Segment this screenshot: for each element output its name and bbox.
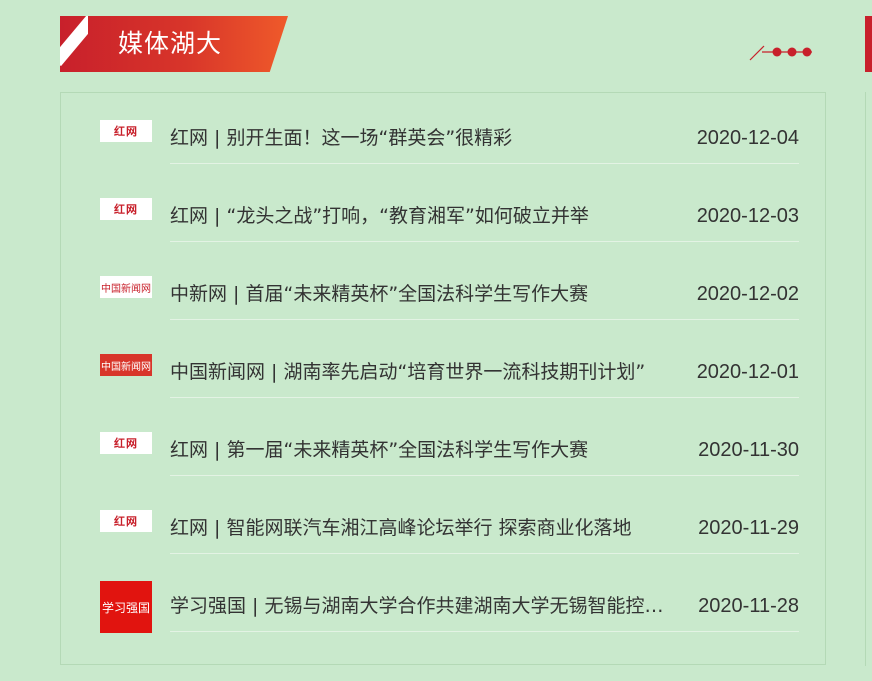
next-section-header-edge: [865, 16, 872, 72]
news-title-link[interactable]: 学习强国 | 无锡与湖南大学合作共建湖南大学无锡智能控制研究院: [170, 561, 670, 631]
source-logo: 学习强国: [100, 581, 152, 633]
news-title-link[interactable]: 中新网 | 首届“未来精英杯”全国法科学生写作大赛: [170, 249, 670, 319]
news-item[interactable]: 学习强国 学习强国 | 无锡与湖南大学合作共建湖南大学无锡智能控制研究院 2020-…: [61, 561, 825, 639]
source-logo: 中国新闻网: [100, 354, 152, 376]
section-header: 媒体湖大: [60, 16, 288, 72]
news-date: 2020-12-02: [696, 283, 799, 305]
header-stripe-decoration: [60, 16, 88, 72]
row-divider: [170, 475, 799, 476]
next-section-panel-edge: [865, 92, 872, 666]
news-title-link[interactable]: 红网 | “龙头之战”打响，“教育湘军”如何破立并举: [170, 171, 670, 241]
news-date: 2020-11-30: [698, 439, 799, 461]
source-logo: 中国新闻网: [100, 276, 152, 298]
news-title-link[interactable]: 红网 | 别开生面！这一场“群英会”很精彩: [170, 93, 670, 163]
source-logo: 红网: [100, 510, 152, 532]
news-item[interactable]: 红网 红网 | “龙头之战”打响，“教育湘军”如何破立并举 2020-12-03: [61, 171, 825, 249]
news-title-link[interactable]: 中国新闻网 | 湖南率先启动“培育世界一流科技期刊计划”: [170, 327, 670, 397]
news-item[interactable]: 红网 红网 | 第一届“未来精英杯”全国法科学生写作大赛 2020-11-30: [61, 405, 825, 483]
more-dots-icon[interactable]: [748, 42, 814, 62]
news-date: 2020-11-28: [698, 595, 799, 617]
news-item[interactable]: 中国新闻网 中国新闻网 | 湖南率先启动“培育世界一流科技期刊计划” 2020-12…: [61, 327, 825, 405]
section-title: 媒体湖大: [118, 29, 223, 58]
news-date: 2020-12-01: [696, 361, 799, 383]
row-divider: [170, 397, 799, 398]
row-divider: [170, 553, 799, 554]
news-title-link[interactable]: 红网 | 智能网联汽车湘江高峰论坛举行 探索商业化落地: [170, 483, 670, 553]
news-date: 2020-12-03: [696, 205, 799, 227]
news-item[interactable]: 中国新闻网 中新网 | 首届“未来精英杯”全国法科学生写作大赛 2020-12-02: [61, 249, 825, 327]
news-title-link[interactable]: 红网 | 第一届“未来精英杯”全国法科学生写作大赛: [170, 405, 670, 475]
news-date: 2020-11-29: [698, 517, 799, 539]
row-divider: [170, 241, 799, 242]
news-date: 2020-12-04: [696, 127, 799, 149]
row-divider: [170, 319, 799, 320]
row-divider: [170, 163, 799, 164]
source-logo: 红网: [100, 120, 152, 142]
news-item[interactable]: 红网 红网 | 智能网联汽车湘江高峰论坛举行 探索商业化落地 2020-11-29: [61, 483, 825, 561]
news-item[interactable]: 红网 红网 | 别开生面！这一场“群英会”很精彩 2020-12-04: [61, 93, 825, 171]
source-logo: 红网: [100, 198, 152, 220]
row-divider: [170, 631, 799, 632]
news-panel: 红网 红网 | 别开生面！这一场“群英会”很精彩 2020-12-04 红网 红网 | …: [60, 92, 826, 665]
source-logo: 红网: [100, 432, 152, 454]
